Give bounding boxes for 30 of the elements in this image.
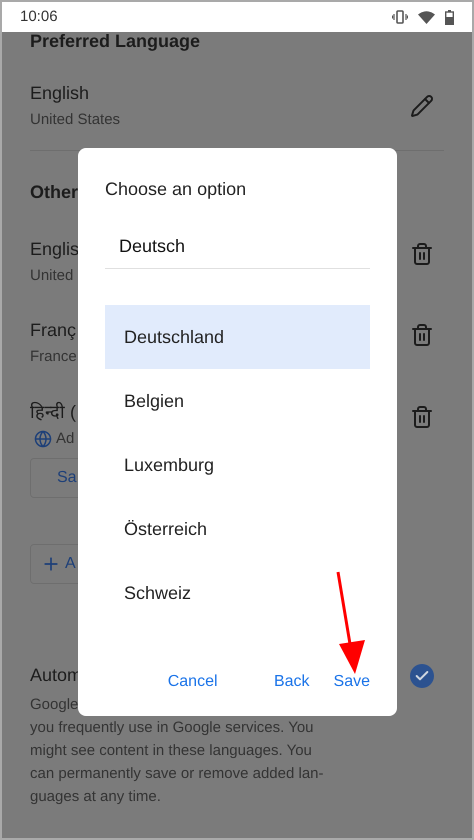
checkbox[interactable] (410, 664, 434, 688)
dialog-button[interactable]: Back (234, 664, 318, 700)
language-name: English (30, 82, 90, 105)
language-name: हिन्दी ( (30, 400, 76, 424)
section-heading: Other (30, 180, 78, 204)
globe-icon (34, 430, 52, 448)
search-field[interactable]: Deutsch (105, 225, 370, 269)
description-text: guages at any time. (30, 787, 161, 807)
delete-icon[interactable] (410, 404, 434, 428)
description-text: Google (30, 695, 78, 715)
vibrate-icon (392, 10, 408, 24)
dialog-button[interactable]: Save (326, 664, 378, 700)
delete-icon[interactable] (410, 242, 434, 266)
language-region: United States (30, 110, 120, 130)
dialog-button[interactable]: Cancel (142, 664, 226, 700)
language-name: Englis (30, 238, 80, 261)
battery-icon (445, 10, 454, 24)
wifi-icon (418, 10, 435, 24)
dialog-title: Choose an option (105, 178, 246, 201)
language-region: United (30, 266, 74, 286)
language-name: Franç (30, 319, 76, 342)
delete-icon[interactable] (410, 323, 434, 347)
language-region: France (30, 347, 77, 367)
note-text: Ad (56, 428, 74, 448)
option-item[interactable]: Deutschland (105, 305, 370, 369)
edit-icon[interactable] (410, 94, 434, 118)
description-text: you frequently use in Google services. You (30, 718, 314, 738)
description-text: can permanently save or remove added lan- (30, 764, 324, 784)
clock: 10:06 (20, 6, 58, 27)
description-text: might see content in these languages. You (30, 741, 312, 761)
